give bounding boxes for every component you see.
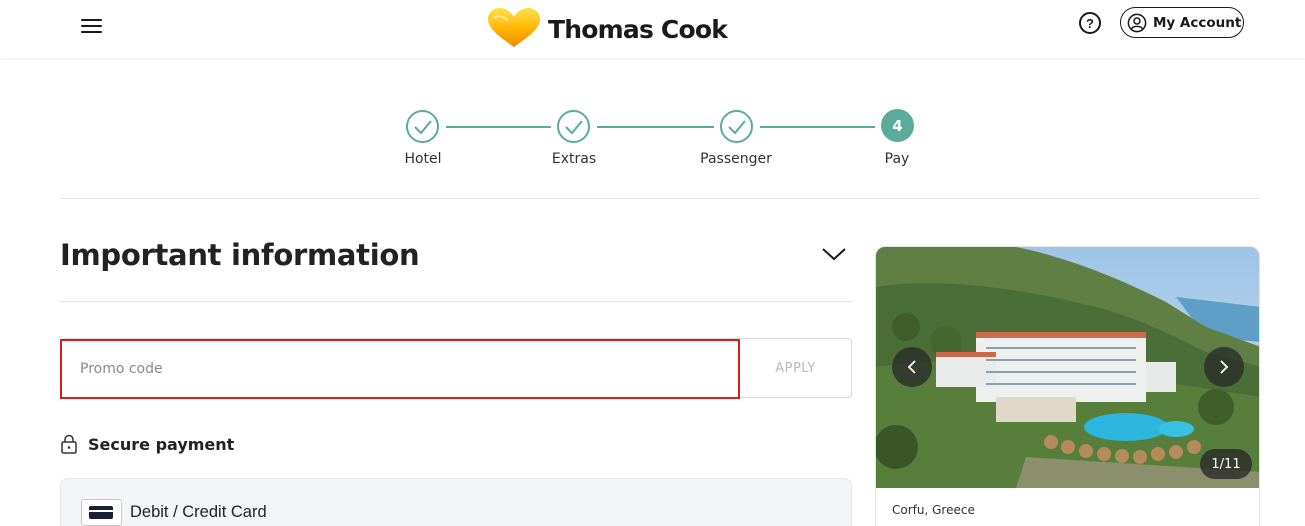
hotel-location: Corfu, Greece bbox=[892, 503, 975, 517]
chevron-down-icon[interactable] bbox=[820, 242, 848, 266]
section-divider bbox=[60, 198, 1260, 199]
promo-code-input[interactable] bbox=[60, 339, 740, 399]
step-connector bbox=[446, 126, 551, 128]
secure-payment-heading: Secure payment bbox=[60, 434, 234, 454]
step-label-extras: Extras bbox=[551, 151, 597, 167]
lock-icon bbox=[60, 434, 78, 454]
secure-payment-label: Secure payment bbox=[88, 434, 235, 454]
payment-method-label: Debit / Credit Card bbox=[130, 503, 267, 521]
debit-credit-card-option[interactable]: Debit / Credit Card bbox=[60, 478, 852, 526]
step-connector bbox=[597, 126, 714, 128]
step-label-hotel: Hotel bbox=[404, 151, 442, 167]
important-information-heading: Important information bbox=[60, 238, 420, 272]
info-divider bbox=[60, 301, 852, 302]
step-passenger-check-icon bbox=[720, 110, 753, 143]
apply-promo-button[interactable]: APPLY bbox=[740, 339, 851, 397]
next-image-button[interactable] bbox=[1204, 347, 1244, 387]
step-label-pay: Pay bbox=[884, 151, 910, 167]
chevron-right-icon bbox=[1220, 360, 1229, 374]
hotel-photo bbox=[876, 247, 1259, 488]
image-counter: 1/11 bbox=[1200, 449, 1252, 479]
step-label-passenger: Passenger bbox=[700, 151, 772, 167]
step-extras-check-icon bbox=[557, 110, 590, 143]
booking-progress-stepper: 4 Hotel Extras Passenger Pay bbox=[0, 0, 1305, 190]
hotel-image-gallery: 1/11 Corfu, Greece bbox=[875, 246, 1260, 526]
chevron-left-icon bbox=[907, 360, 916, 374]
step-hotel-check-icon bbox=[406, 110, 439, 143]
step-pay-number: 4 bbox=[881, 109, 914, 142]
step-connector bbox=[760, 126, 875, 128]
credit-card-icon bbox=[81, 499, 122, 526]
previous-image-button[interactable] bbox=[892, 347, 932, 387]
